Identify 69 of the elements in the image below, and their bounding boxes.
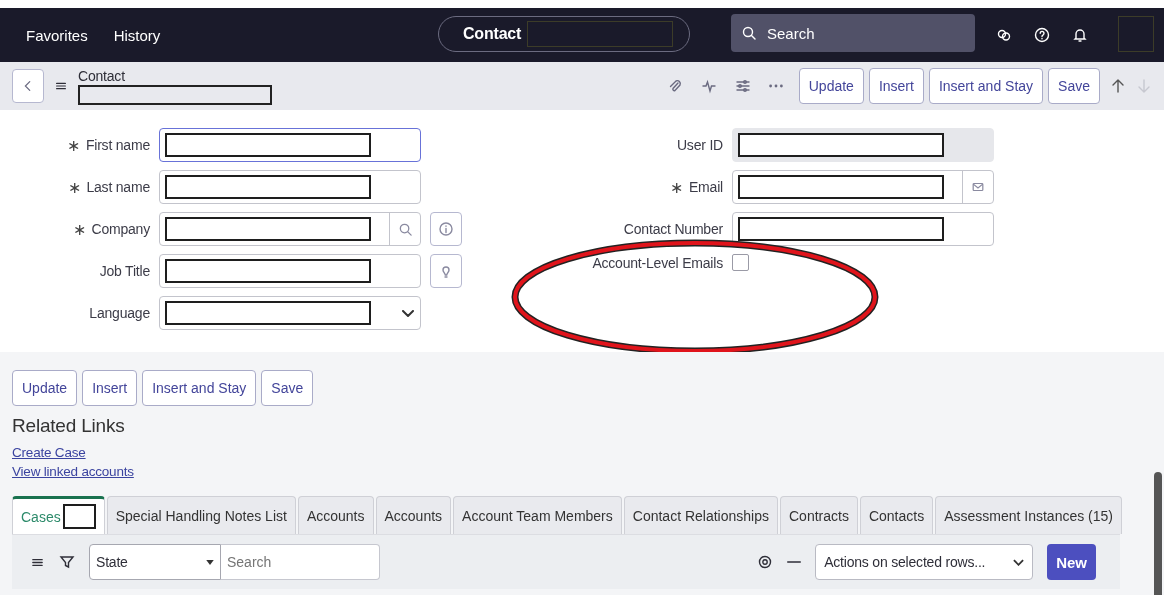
search-input[interactable]: Search bbox=[765, 23, 969, 43]
field-label: First name bbox=[85, 137, 150, 153]
pulse-icon bbox=[700, 78, 717, 94]
tab[interactable]: Contacts bbox=[859, 496, 934, 534]
list-search-field[interactable]: Search bbox=[221, 544, 380, 580]
field-label: Language bbox=[89, 305, 150, 321]
bell-icon bbox=[1072, 27, 1088, 43]
section-heading: Related Links bbox=[12, 415, 126, 437]
info-icon bbox=[438, 221, 454, 237]
required-mark: ∗ bbox=[67, 177, 81, 197]
tab[interactable]: Accounts bbox=[297, 496, 374, 534]
required-mark: ∗ bbox=[72, 219, 86, 239]
settings-icon bbox=[757, 554, 774, 570]
search-icon bbox=[741, 25, 757, 41]
record-title: Contact bbox=[78, 67, 126, 84]
reference-field[interactable] bbox=[159, 212, 421, 246]
search-field[interactable]: Search bbox=[731, 14, 975, 52]
form-button[interactable]: Update bbox=[798, 68, 864, 104]
field-dropdown[interactable]: State bbox=[89, 544, 221, 580]
tab[interactable]: Contact Relationships bbox=[623, 496, 778, 534]
tab[interactable]: Contracts bbox=[780, 496, 858, 534]
info-button[interactable] bbox=[430, 212, 462, 246]
related-link[interactable]: View linked accounts bbox=[12, 462, 134, 481]
checkbox[interactable] bbox=[732, 254, 749, 271]
nav-link[interactable]: Favorites bbox=[26, 26, 88, 44]
actions-dropdown[interactable]: Actions on selected rows... bbox=[815, 544, 1034, 580]
form-button[interactable]: Update bbox=[12, 370, 78, 406]
dropdown-field[interactable] bbox=[159, 296, 421, 330]
new-button[interactable]: New bbox=[1047, 544, 1096, 580]
field-label: Email bbox=[689, 179, 723, 195]
form-button[interactable]: Insert bbox=[82, 370, 138, 406]
related-link[interactable]: Create Case bbox=[12, 443, 86, 462]
field-label: Account-Level Emails bbox=[592, 254, 723, 271]
envelope-icon bbox=[971, 180, 985, 194]
arrow-down-icon bbox=[1136, 78, 1152, 94]
input-field[interactable] bbox=[159, 254, 421, 288]
form-button[interactable]: Insert and Stay bbox=[142, 370, 257, 406]
field-label: User ID bbox=[676, 137, 723, 153]
chevron-down-icon bbox=[402, 309, 414, 317]
tab[interactable]: Assessment Instances (15) bbox=[935, 496, 1122, 534]
input-field[interactable] bbox=[159, 170, 421, 204]
field-label: Job Title bbox=[99, 263, 150, 279]
help-icon bbox=[1034, 27, 1050, 43]
tab[interactable]: Account Team Members bbox=[453, 496, 622, 534]
sliders-icon bbox=[734, 78, 751, 94]
filter-icon bbox=[59, 554, 75, 570]
more-icon bbox=[768, 84, 783, 88]
tab[interactable]: Cases bbox=[12, 496, 105, 534]
required-mark: ∗ bbox=[670, 177, 683, 197]
caret-icon bbox=[206, 559, 214, 565]
required-mark: ∗ bbox=[67, 135, 80, 155]
chevron-down-icon bbox=[1013, 558, 1025, 566]
email-field[interactable] bbox=[732, 170, 994, 204]
field-label: Company bbox=[91, 221, 150, 237]
field-label: Contact Number bbox=[623, 221, 723, 237]
form-button[interactable]: Save bbox=[1048, 68, 1100, 104]
input-field[interactable] bbox=[732, 212, 994, 246]
form-button[interactable]: Insert bbox=[868, 68, 924, 104]
minus-icon bbox=[787, 561, 802, 563]
arrow-up-icon bbox=[1110, 78, 1126, 94]
form-button[interactable]: Insert and Stay bbox=[928, 68, 1044, 104]
nav-link[interactable]: History bbox=[113, 26, 161, 44]
tab[interactable]: Special Handling Notes List bbox=[106, 496, 296, 534]
field-label: Last name bbox=[86, 179, 150, 195]
form-button[interactable]: Save bbox=[261, 370, 314, 406]
tab[interactable]: Accounts bbox=[375, 496, 452, 534]
input-field[interactable] bbox=[159, 128, 421, 162]
chat-icon bbox=[996, 27, 1012, 43]
search-icon bbox=[397, 221, 413, 237]
